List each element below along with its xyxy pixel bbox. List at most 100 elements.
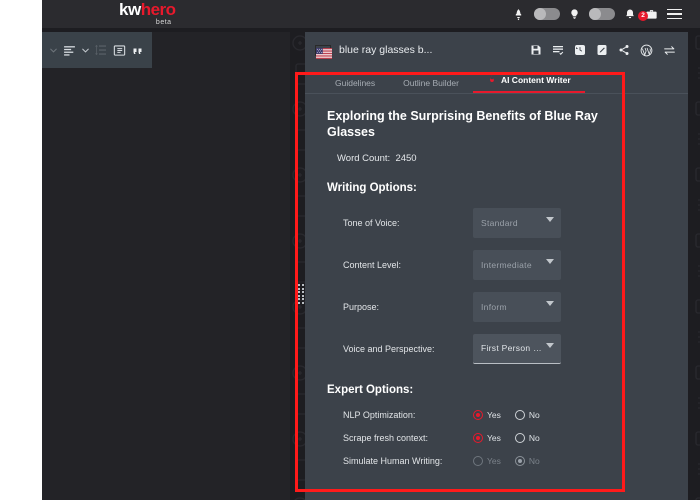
- document-title[interactable]: blue ray glasses b...: [339, 44, 432, 56]
- panel-header: blue ray glasses b...: [305, 32, 688, 68]
- radio-label: No: [528, 409, 540, 420]
- chevron-down-icon: [546, 258, 554, 264]
- nlp-optimization-row: NLP Optimization: Yes No: [327, 409, 670, 420]
- radio-dot: [514, 455, 525, 466]
- editor-formatting-toolbar: [42, 32, 152, 68]
- lightbulb-icon[interactable]: [569, 7, 580, 21]
- purpose-select[interactable]: Inform: [473, 291, 561, 322]
- bell-icon[interactable]: [624, 8, 636, 21]
- purpose-row: Purpose: Inform: [327, 291, 670, 322]
- radio-label: Yes: [487, 432, 501, 443]
- panel-resize-handle[interactable]: [298, 278, 304, 310]
- nlp-optimization-label: NLP Optimization:: [343, 409, 416, 420]
- expert-options-heading: Expert Options:: [327, 383, 414, 396]
- document-editor-panel[interactable]: [42, 32, 290, 500]
- chevron-down-icon: [546, 342, 554, 348]
- radio-label: Yes: [487, 455, 501, 466]
- panel-action-icons: [530, 44, 676, 57]
- voice-and-perspective-select[interactable]: First Person …: [473, 333, 561, 364]
- writing-options-heading: Writing Options:: [327, 181, 417, 194]
- align-dropdown-caret-icon[interactable]: [50, 47, 57, 54]
- word-count: Word Count: 2450: [337, 153, 670, 164]
- logo-text: kwhero: [119, 1, 176, 18]
- top-navigation-bar: kwhero beta 2: [42, 0, 700, 28]
- edit-pencil-icon[interactable]: [596, 44, 608, 56]
- select-value: First Person …: [481, 343, 542, 353]
- line-height-icon[interactable]: [95, 44, 107, 56]
- voice-and-perspective-row: Voice and Perspective: First Person …: [327, 333, 670, 364]
- outline-list-icon[interactable]: [552, 44, 564, 56]
- flame-icon: [487, 73, 497, 86]
- tone-of-voice-row: Tone of Voice: Standard: [327, 207, 670, 238]
- us-flag-icon: [315, 44, 332, 59]
- align-left-icon[interactable]: [63, 44, 76, 57]
- history-icon[interactable]: [574, 44, 586, 56]
- select-value: Inform: [481, 301, 507, 312]
- top-bar-icon-group: 2: [512, 0, 682, 28]
- blockquote-icon[interactable]: [132, 44, 144, 56]
- scrape-fresh-context-yes-radio[interactable]: Yes: [473, 432, 501, 443]
- nlp-optimization-yes-radio[interactable]: Yes: [473, 409, 501, 420]
- word-count-value: 2450: [395, 152, 417, 164]
- kwhero-logo[interactable]: kwhero beta: [119, 1, 176, 26]
- simulate-human-writing-label: Simulate Human Writing:: [343, 455, 443, 466]
- panel-tab-bar: Guidelines Outline Builder AI Content Wr…: [305, 68, 688, 94]
- workspace: blue ray glasses b... Guidelines Outline…: [42, 28, 700, 500]
- radio-dot: [473, 409, 483, 420]
- radio-label: Yes: [487, 409, 501, 420]
- tab-guidelines[interactable]: Guidelines: [321, 78, 389, 93]
- radio-dot: [514, 409, 525, 420]
- hamburger-line: [667, 8, 682, 11]
- briefcase-icon[interactable]: 2: [638, 8, 658, 21]
- tone-of-voice-select[interactable]: Standard: [473, 207, 561, 238]
- simulate-human-writing-yes-radio[interactable]: Yes: [473, 455, 501, 466]
- tab-outline-builder[interactable]: Outline Builder: [389, 78, 473, 93]
- select-value: Standard: [481, 217, 518, 228]
- word-count-label: Word Count:: [337, 152, 391, 164]
- chevron-down-icon: [546, 216, 554, 222]
- logo-hero-part: her: [140, 0, 166, 19]
- radio-dot: [514, 432, 525, 443]
- logo-kw-part: kw: [119, 0, 141, 19]
- scrape-fresh-context-no-radio[interactable]: No: [514, 432, 540, 443]
- logo-o-part: o: [165, 0, 176, 19]
- notification-badge: 2: [638, 10, 648, 21]
- toggle-knob: [534, 8, 546, 20]
- hamburger-menu-icon[interactable]: [667, 8, 682, 20]
- ai-content-writer-form: Exploring the Surprising Benefits of Blu…: [305, 94, 688, 466]
- content-level-label: Content Level:: [343, 259, 402, 270]
- indent-icon[interactable]: [113, 44, 126, 57]
- rocket-icon[interactable]: [512, 8, 525, 21]
- radio-dot: [473, 432, 483, 443]
- content-level-row: Content Level: Intermediate: [327, 249, 670, 280]
- select-value: Intermediate: [481, 259, 532, 270]
- scrape-fresh-context-label: Scrape fresh context:: [343, 432, 429, 443]
- toggle-switch-2[interactable]: [589, 8, 615, 20]
- tab-label: AI Content Writer: [500, 74, 571, 85]
- radio-label: No: [528, 455, 540, 466]
- logo-beta-tag: beta: [155, 19, 172, 26]
- wordpress-icon[interactable]: [640, 44, 653, 57]
- simulate-human-writing-row: Simulate Human Writing: Yes No: [327, 455, 670, 466]
- chevron-down-icon: [546, 300, 554, 306]
- article-title: Exploring the Surprising Benefits of Blu…: [327, 109, 598, 140]
- tab-ai-content-writer[interactable]: AI Content Writer: [472, 73, 585, 93]
- app-root: kwhero beta 2 blue ray glasses b... Guid…: [0, 0, 700, 500]
- purpose-label: Purpose:: [343, 301, 380, 312]
- save-icon[interactable]: [530, 44, 542, 56]
- toggle-knob: [589, 8, 601, 20]
- tone-of-voice-label: Tone of Voice:: [343, 217, 400, 228]
- content-level-select[interactable]: Intermediate: [473, 249, 561, 280]
- align-options-chevron-down-icon[interactable]: [82, 47, 89, 54]
- swap-arrows-icon[interactable]: [663, 45, 676, 56]
- tab-label: Outline Builder: [403, 78, 459, 88]
- tab-label: Guidelines: [335, 78, 376, 88]
- radio-dot: [473, 455, 483, 466]
- nlp-optimization-no-radio[interactable]: No: [514, 409, 540, 420]
- hamburger-line: [667, 17, 682, 20]
- toggle-switch-1[interactable]: [534, 8, 560, 20]
- simulate-human-writing-no-radio[interactable]: No: [514, 455, 540, 466]
- share-icon[interactable]: [618, 44, 630, 56]
- voice-and-perspective-label: Voice and Perspective:: [343, 343, 435, 354]
- radio-label: No: [528, 432, 540, 443]
